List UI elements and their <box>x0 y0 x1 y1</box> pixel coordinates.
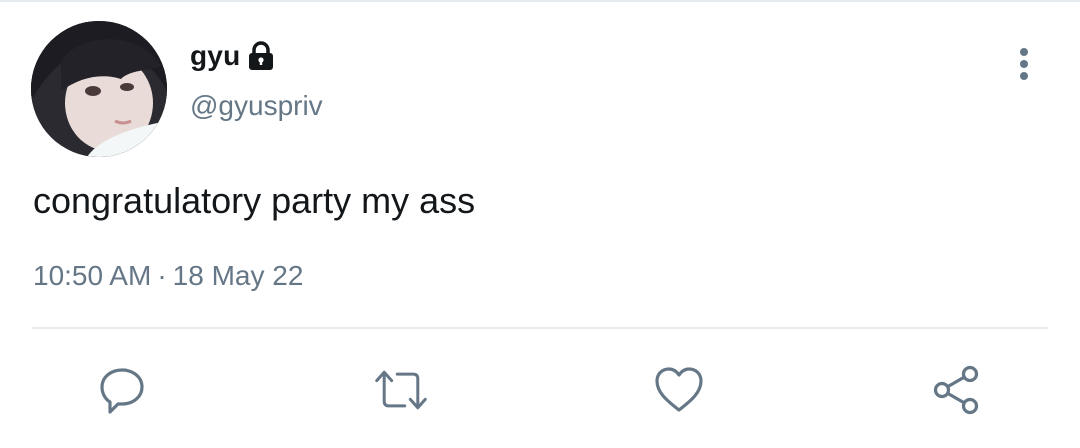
reply-icon <box>100 368 144 414</box>
more-vertical-icon[interactable] <box>1006 44 1042 84</box>
avatar-image <box>31 21 167 157</box>
share-icon <box>933 365 979 415</box>
name-row: gyu <box>190 36 274 76</box>
tweet-text: congratulatory party my ass <box>33 180 476 221</box>
tweet-date: 18 May 22 <box>172 260 304 291</box>
share-button[interactable] <box>929 362 985 418</box>
tweet-time: 10:50 AM <box>33 260 152 291</box>
actions-divider <box>32 327 1048 329</box>
retweet-button[interactable] <box>373 362 429 418</box>
reply-button[interactable] <box>94 362 150 418</box>
top-divider <box>0 0 1080 2</box>
user-handle[interactable]: @gyuspriv <box>190 90 323 122</box>
avatar[interactable] <box>31 21 167 157</box>
like-button[interactable] <box>651 362 707 418</box>
display-name[interactable]: gyu <box>190 40 240 72</box>
retweet-icon <box>375 370 427 410</box>
tweet-timestamp[interactable]: 10:50 AM · 18 May 22 <box>33 260 303 292</box>
timestamp-separator: · <box>157 260 167 291</box>
heart-icon <box>655 367 703 412</box>
lock-icon <box>248 41 274 71</box>
